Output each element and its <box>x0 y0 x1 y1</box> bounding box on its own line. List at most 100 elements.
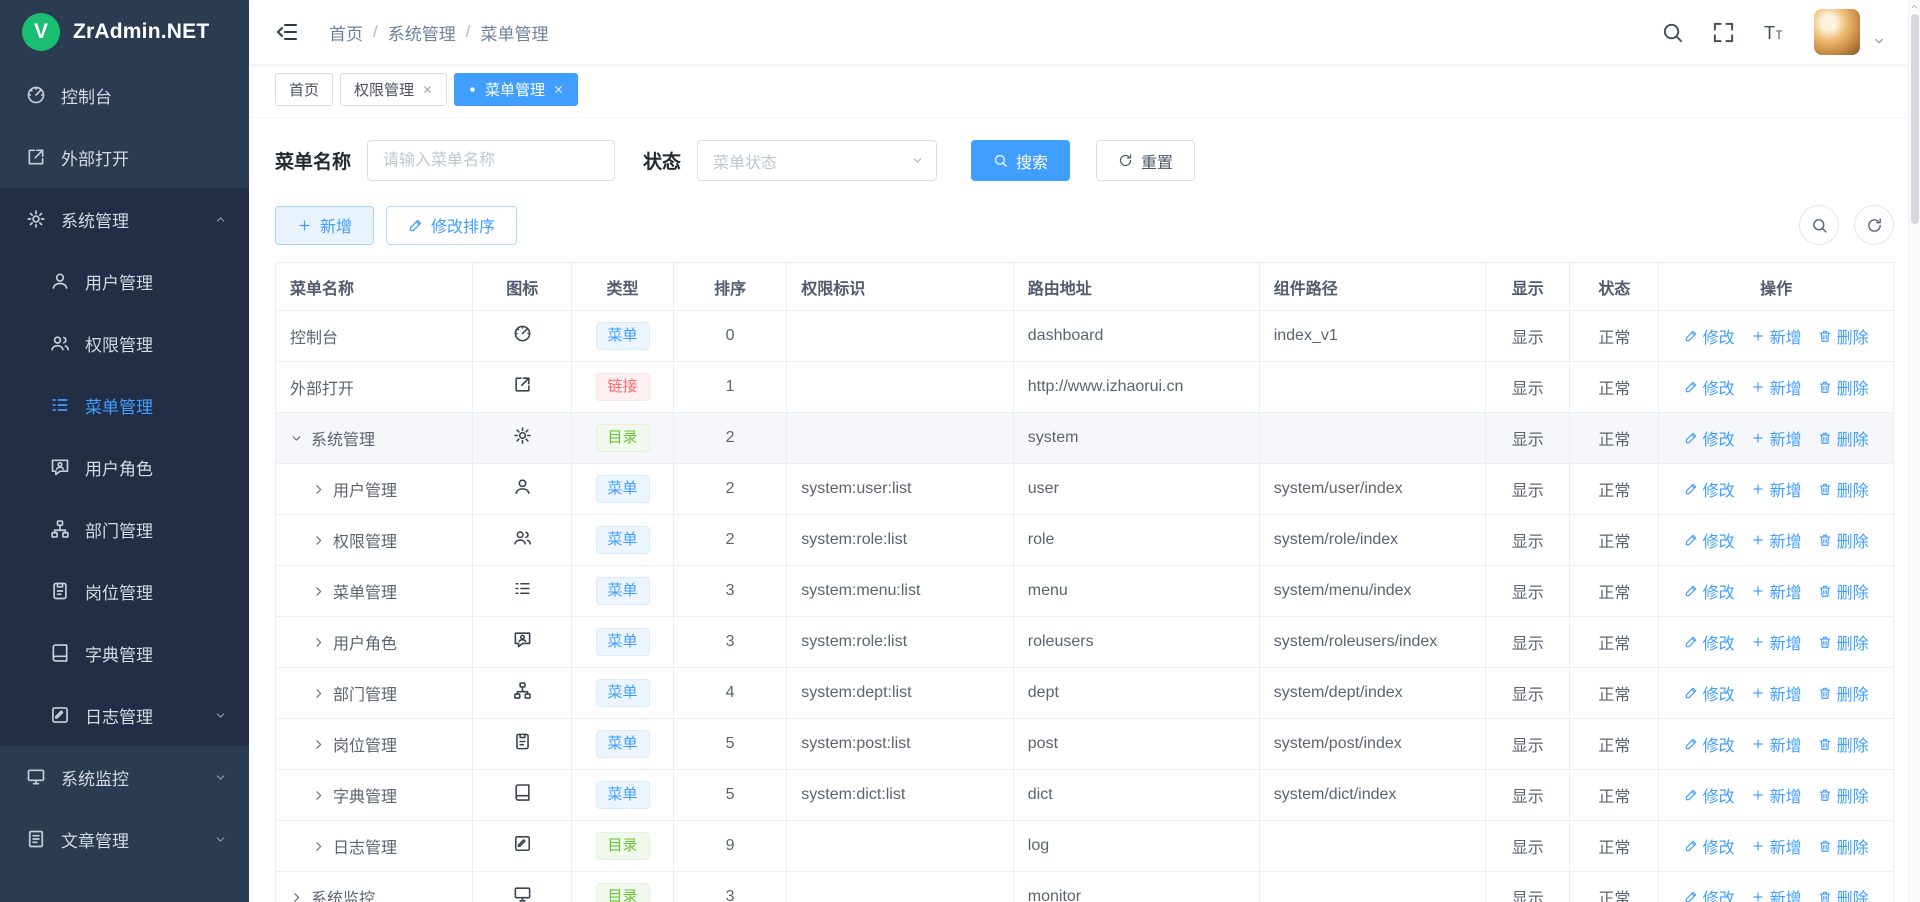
add-link[interactable]: 新增 <box>1751 324 1802 348</box>
sidebar-item-system[interactable]: 系统管理 <box>0 188 249 250</box>
table-search-button[interactable] <box>1799 205 1839 245</box>
table-row[interactable]: 用户管理菜单2system:user:listusersystem/user/i… <box>276 464 1894 515</box>
table-row[interactable]: 系统管理目录2system显示正常修改新增删除 <box>276 413 1894 464</box>
table-row[interactable]: 用户角色菜单3system:role:listroleuserssystem/r… <box>276 617 1894 668</box>
sidebar-item-roleusers[interactable]: 用户角色 <box>0 436 249 498</box>
delete-link[interactable]: 删除 <box>1818 528 1869 552</box>
edit-link[interactable]: 修改 <box>1684 681 1735 705</box>
breadcrumb-item[interactable]: 菜单管理 <box>480 20 548 45</box>
sidebar-item-article[interactable]: 文章管理 <box>0 808 249 870</box>
sidebar-item-monitor[interactable]: 系统监控 <box>0 746 249 808</box>
close-icon[interactable] <box>553 84 564 95</box>
close-icon[interactable] <box>422 84 433 95</box>
edit-link[interactable]: 修改 <box>1684 783 1735 807</box>
sidebar-item-post[interactable]: 岗位管理 <box>0 560 249 622</box>
chevron-right-icon[interactable] <box>312 789 325 802</box>
edit-icon <box>1684 482 1698 496</box>
chevron-right-icon[interactable] <box>312 687 325 700</box>
scrollbar[interactable] <box>1908 0 1920 902</box>
chevron-right-icon[interactable] <box>312 738 325 751</box>
add-link[interactable]: 新增 <box>1751 477 1802 501</box>
chevron-right-icon[interactable] <box>312 585 325 598</box>
add-link[interactable]: 新增 <box>1751 834 1802 858</box>
delete-link[interactable]: 删除 <box>1818 783 1869 807</box>
add-link[interactable]: 新增 <box>1751 426 1802 450</box>
logo[interactable]: V ZrAdmin.NET <box>0 0 249 64</box>
avatar-dropdown-icon[interactable] <box>1872 34 1886 48</box>
delete-link[interactable]: 删除 <box>1818 477 1869 501</box>
menu-name-input[interactable] <box>367 140 615 181</box>
add-link[interactable]: 新增 <box>1751 375 1802 399</box>
sidebar-item-log[interactable]: 日志管理 <box>0 684 249 746</box>
table-row[interactable]: 字典管理菜单5system:dict:listdictsystem/dict/i… <box>276 770 1894 821</box>
font-size-icon[interactable]: TT <box>1763 21 1786 44</box>
chevron-right-icon[interactable] <box>312 534 325 547</box>
fullscreen-icon[interactable] <box>1712 21 1735 44</box>
add-link[interactable]: 新增 <box>1751 630 1802 654</box>
sidebar-item-dict[interactable]: 字典管理 <box>0 622 249 684</box>
edit-link[interactable]: 修改 <box>1684 324 1735 348</box>
delete-link[interactable]: 删除 <box>1818 834 1869 858</box>
delete-link[interactable]: 删除 <box>1818 375 1869 399</box>
tab-role[interactable]: 权限管理 <box>340 73 447 106</box>
edit-link[interactable]: 修改 <box>1684 732 1735 756</box>
sidebar-item-dept[interactable]: 部门管理 <box>0 498 249 560</box>
add-button[interactable]: 新增 <box>275 206 374 245</box>
table-refresh-button[interactable] <box>1854 205 1894 245</box>
visible-value: 显示 <box>1486 872 1570 902</box>
delete-link[interactable]: 删除 <box>1818 630 1869 654</box>
table-row[interactable]: 菜单管理菜单3system:menu:listmenusystem/menu/i… <box>276 566 1894 617</box>
delete-link[interactable]: 删除 <box>1818 732 1869 756</box>
chevron-right-icon[interactable] <box>312 483 325 496</box>
breadcrumb-item[interactable]: 系统管理 <box>388 20 456 45</box>
table-row[interactable]: 岗位管理菜单5system:post:listpostsystem/post/i… <box>276 719 1894 770</box>
edit-link[interactable]: 修改 <box>1684 477 1735 501</box>
table-row[interactable]: 权限管理菜单2system:role:listrolesystem/role/i… <box>276 515 1894 566</box>
scrollbar-up-icon[interactable] <box>1910 2 1919 11</box>
avatar[interactable] <box>1814 9 1860 55</box>
edit-link[interactable]: 修改 <box>1684 885 1735 902</box>
table-row[interactable]: 系统监控目录3monitor显示正常修改新增删除 <box>276 872 1894 902</box>
edit-link[interactable]: 修改 <box>1684 528 1735 552</box>
edit-link[interactable]: 修改 <box>1684 426 1735 450</box>
chevron-right-icon[interactable] <box>312 636 325 649</box>
add-link[interactable]: 新增 <box>1751 783 1802 807</box>
add-link[interactable]: 新增 <box>1751 732 1802 756</box>
table-row[interactable]: 控制台菜单0dashboardindex_v1显示正常修改新增删除 <box>276 311 1894 362</box>
edit-link[interactable]: 修改 <box>1684 834 1735 858</box>
table-row[interactable]: 部门管理菜单4system:dept:listdeptsystem/dept/i… <box>276 668 1894 719</box>
scrollbar-thumb[interactable] <box>1911 14 1919 224</box>
tab-menu[interactable]: 菜单管理 <box>454 73 578 106</box>
header-search-icon[interactable] <box>1661 21 1684 44</box>
reset-button[interactable]: 重置 <box>1096 140 1195 181</box>
add-link[interactable]: 新增 <box>1751 681 1802 705</box>
add-link[interactable]: 新增 <box>1751 885 1802 902</box>
edit-link[interactable]: 修改 <box>1684 630 1735 654</box>
sort-button[interactable]: 修改排序 <box>386 206 517 245</box>
status-select[interactable]: 菜单状态 <box>697 140 937 181</box>
delete-link[interactable]: 删除 <box>1818 885 1869 902</box>
sidebar-item-role[interactable]: 权限管理 <box>0 312 249 374</box>
delete-link[interactable]: 删除 <box>1818 426 1869 450</box>
chevron-down-icon[interactable] <box>290 432 303 445</box>
delete-link[interactable]: 删除 <box>1818 579 1869 603</box>
edit-link[interactable]: 修改 <box>1684 375 1735 399</box>
edit-link[interactable]: 修改 <box>1684 579 1735 603</box>
chevron-right-icon[interactable] <box>312 840 325 853</box>
search-button[interactable]: 搜索 <box>971 140 1070 181</box>
delete-link[interactable]: 删除 <box>1818 681 1869 705</box>
add-link[interactable]: 新增 <box>1751 528 1802 552</box>
sidebar-item-dashboard[interactable]: 控制台 <box>0 64 249 126</box>
add-link[interactable]: 新增 <box>1751 579 1802 603</box>
breadcrumb-item[interactable]: 首页 <box>329 20 363 45</box>
sidebar-item-external[interactable]: 外部打开 <box>0 126 249 188</box>
table-row[interactable]: 外部打开链接1http://www.izhaorui.cn显示正常修改新增删除 <box>276 362 1894 413</box>
table-row[interactable]: 日志管理目录9log显示正常修改新增删除 <box>276 821 1894 872</box>
edit-icon <box>1684 890 1698 902</box>
tab-home[interactable]: 首页 <box>275 73 333 106</box>
delete-link[interactable]: 删除 <box>1818 324 1869 348</box>
chevron-right-icon[interactable] <box>290 891 303 902</box>
menu-collapse-icon[interactable] <box>275 20 299 44</box>
sidebar-item-user[interactable]: 用户管理 <box>0 250 249 312</box>
sidebar-item-menu[interactable]: 菜单管理 <box>0 374 249 436</box>
